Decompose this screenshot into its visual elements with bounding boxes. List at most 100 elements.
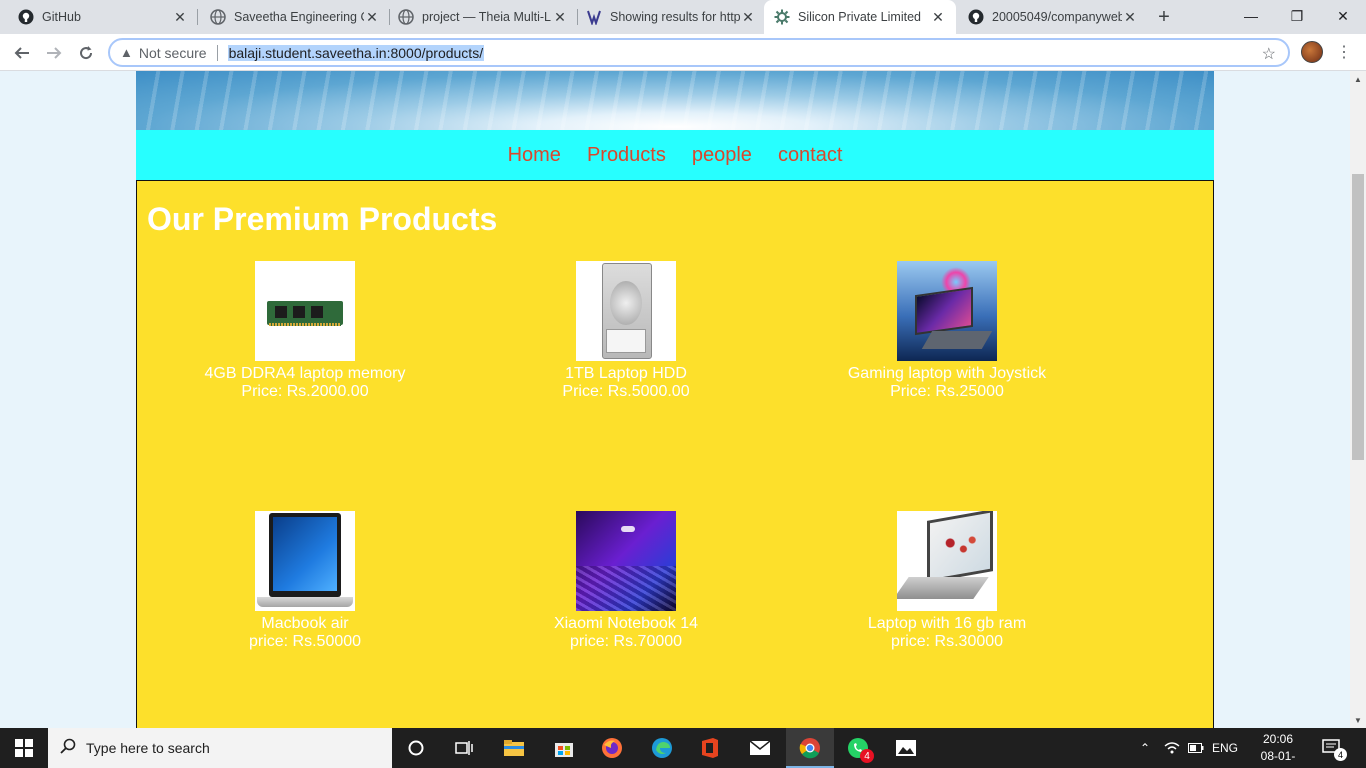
product-card: Gaming laptop with Joystick Price: Rs.25… <box>787 261 1107 401</box>
page-title: Our Premium Products <box>147 201 498 237</box>
reload-button[interactable] <box>72 39 100 67</box>
address-bar[interactable]: ▲ Not secure balaji.student.saveetha.in:… <box>108 38 1290 67</box>
close-tab-icon[interactable]: ✕ <box>172 9 188 25</box>
nav-people-link[interactable]: people <box>692 144 752 167</box>
windows-taskbar: Type here to search 4 ⌃ ENG 20:06 08-01-… <box>0 728 1366 768</box>
back-button[interactable] <box>8 39 36 67</box>
product-name: Laptop with 16 gb ram <box>867 615 1027 632</box>
tab-github[interactable]: GitHub ✕ <box>8 0 198 34</box>
mail-icon[interactable] <box>736 728 784 768</box>
language-indicator[interactable]: ENG <box>1212 728 1238 768</box>
close-tab-icon[interactable]: ✕ <box>930 9 946 25</box>
firefox-icon[interactable] <box>588 728 636 768</box>
battery-icon[interactable] <box>1188 728 1204 768</box>
nav-home-link[interactable]: Home <box>508 144 561 167</box>
profile-avatar[interactable] <box>1301 41 1323 63</box>
chrome-taskbar-icon[interactable] <box>786 728 834 768</box>
product-name: Gaming laptop with Joystick <box>847 365 1047 382</box>
tab-title: GitHub <box>42 10 81 24</box>
search-icon <box>60 738 76 759</box>
github-icon <box>18 9 34 25</box>
site-nav: Home Products people contact <box>136 130 1214 180</box>
hdd-image <box>576 261 676 361</box>
product-name: 4GB DDRA4 laptop memory <box>204 365 406 382</box>
product-card: Laptop with 16 gb ram price: Rs.30000 <box>787 511 1107 651</box>
close-tab-icon[interactable]: ✕ <box>552 9 568 25</box>
office-icon[interactable] <box>686 728 734 768</box>
browser-toolbar: ▲ Not secure balaji.student.saveetha.in:… <box>0 34 1366 71</box>
product-name: Xiaomi Notebook 14 <box>553 615 699 632</box>
close-tab-icon[interactable]: ✕ <box>1122 9 1138 25</box>
arrow-right-icon <box>47 47 62 59</box>
file-explorer-icon[interactable] <box>490 728 538 768</box>
close-tab-icon[interactable]: ✕ <box>740 9 756 25</box>
reload-icon <box>80 46 93 60</box>
product-price: price: Rs.70000 <box>569 633 683 650</box>
chevron-up-icon[interactable]: ⌃ <box>1140 728 1150 768</box>
start-button[interactable] <box>0 728 48 768</box>
product-name: 1TB Laptop HDD <box>565 365 687 382</box>
taskbar-search-box[interactable]: Type here to search <box>48 728 392 768</box>
product-price: Price: Rs.5000.00 <box>562 383 690 400</box>
product-price: Price: Rs.2000.00 <box>241 383 369 400</box>
github-icon <box>968 9 984 25</box>
wifi-icon[interactable] <box>1164 728 1180 768</box>
nav-products-link[interactable]: Products <box>587 144 666 167</box>
close-tab-icon[interactable]: ✕ <box>364 9 380 25</box>
security-label[interactable]: Not secure <box>139 45 207 61</box>
vertical-scrollbar[interactable]: ▲ ▼ <box>1350 71 1366 728</box>
laptop-16gb-image <box>897 511 997 611</box>
macbook-image <box>255 511 355 611</box>
gear-icon <box>774 9 790 25</box>
warning-icon[interactable]: ▲ <box>120 45 133 60</box>
notification-count-badge: 4 <box>1334 748 1347 761</box>
page-viewport: Home Products people contact Our Premium… <box>0 71 1350 728</box>
url-text[interactable]: balaji.student.saveetha.in:8000/products… <box>227 44 485 61</box>
tab-silicon[interactable]: Silicon Private Limited ✕ <box>764 0 956 34</box>
ram-module-image <box>255 261 355 361</box>
clock-time: 20:06 <box>1262 732 1294 746</box>
scrollbar-thumb[interactable] <box>1352 174 1364 460</box>
new-tab-button[interactable]: + <box>1152 5 1176 29</box>
tab-saveetha[interactable]: Saveetha Engineering C ✕ <box>200 0 390 34</box>
photos-icon[interactable] <box>882 728 930 768</box>
tab-title: Silicon Private Limited <box>798 10 921 24</box>
task-view-icon[interactable] <box>440 728 488 768</box>
product-price: price: Rs.30000 <box>890 633 1004 650</box>
tab-project[interactable]: project — Theia Multi-L ✕ <box>388 0 578 34</box>
product-name: Macbook air <box>261 615 349 632</box>
scroll-down-icon[interactable]: ▼ <box>1350 712 1366 728</box>
tab-title: Showing results for http <box>610 10 740 24</box>
menu-kebab-icon[interactable]: ⋮ <box>1336 42 1352 62</box>
tab-title: 20005049/companyweb <box>992 10 1122 24</box>
whatsapp-icon[interactable]: 4 <box>834 728 882 768</box>
bookmark-star-icon[interactable]: ☆ <box>1262 44 1276 64</box>
taskbar-search-placeholder: Type here to search <box>86 740 210 756</box>
search-results-icon <box>586 9 602 25</box>
restore-button[interactable]: ❐ <box>1274 0 1320 32</box>
edge-icon[interactable] <box>638 728 686 768</box>
product-card: 4GB DDRA4 laptop memory Price: Rs.2000.0… <box>145 261 465 401</box>
tab-search-results[interactable]: Showing results for http ✕ <box>576 0 766 34</box>
xiaomi-notebook-image <box>576 511 676 611</box>
product-card: Xiaomi Notebook 14 price: Rs.70000 <box>466 511 786 651</box>
product-price: price: Rs.50000 <box>248 633 362 650</box>
minimize-button[interactable]: — <box>1228 0 1274 32</box>
products-section: Our Premium Products 4GB DDRA4 laptop me… <box>136 180 1214 728</box>
product-card: Macbook air price: Rs.50000 <box>145 511 465 651</box>
product-card: 1TB Laptop HDD Price: Rs.5000.00 <box>466 261 786 401</box>
cortana-icon[interactable] <box>392 728 440 768</box>
microsoft-store-icon[interactable] <box>540 728 588 768</box>
tab-companyweb[interactable]: 20005049/companyweb ✕ <box>958 0 1148 34</box>
scroll-up-icon[interactable]: ▲ <box>1350 71 1366 87</box>
taskbar-clock[interactable]: 20:06 08-01-2021 <box>1248 731 1308 768</box>
forward-button[interactable] <box>40 39 68 67</box>
arrow-left-icon <box>14 47 29 59</box>
nav-contact-link[interactable]: contact <box>778 144 842 167</box>
clock-date: 08-01-2021 <box>1260 749 1296 768</box>
header-banner-image <box>136 71 1214 130</box>
product-price: Price: Rs.25000 <box>890 383 1004 400</box>
tab-title: project — Theia Multi-L <box>422 10 551 24</box>
close-window-button[interactable]: ✕ <box>1320 0 1366 32</box>
globe-icon <box>398 9 414 25</box>
